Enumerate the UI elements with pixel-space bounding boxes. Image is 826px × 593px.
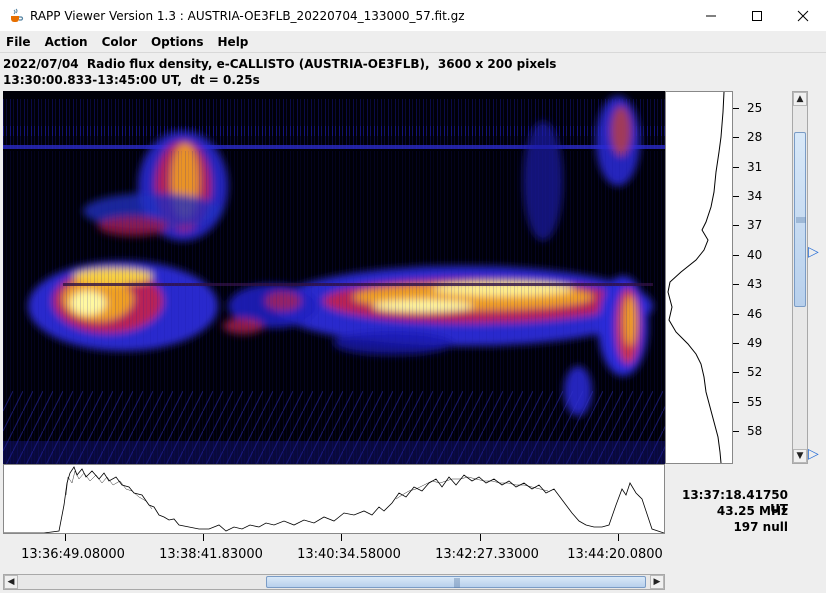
freq-tick-52: 52 <box>747 365 763 379</box>
range-pointer-lower[interactable]: ▷ <box>808 446 822 462</box>
menu-help[interactable]: Help <box>211 35 256 49</box>
scroll-right-button[interactable]: ▶ <box>650 575 664 589</box>
light-curve <box>3 464 665 534</box>
freq-tick-28: 28 <box>747 130 763 144</box>
range-pointer-upper[interactable]: ▷ <box>808 244 822 260</box>
freq-tick-25: 25 <box>747 101 763 115</box>
java-cup-icon <box>11 8 24 22</box>
frequency-axis: 25 28 31 34 37 40 43 46 49 52 55 58 <box>733 91 791 464</box>
freq-tick-55: 55 <box>747 395 763 409</box>
menu-options[interactable]: Options <box>144 35 211 49</box>
grip-icon <box>796 217 806 223</box>
arrow-left-icon: ◀ <box>7 577 15 587</box>
info-line-2: 13:30:00.833-13:45:00 UT, dt = 0.25s <box>3 73 260 87</box>
pointer-right-icon: ▷ <box>808 244 819 260</box>
arrow-right-icon: ▶ <box>653 577 661 587</box>
pointer-right-icon: ▷ <box>808 446 819 462</box>
freq-tick-58: 58 <box>747 424 763 438</box>
menu-color[interactable]: Color <box>95 35 144 49</box>
freq-tick-34: 34 <box>747 189 763 203</box>
close-icon <box>797 10 809 21</box>
horizontal-scroll-thumb[interactable] <box>266 576 646 588</box>
scroll-down-button[interactable]: ▼ <box>793 449 807 463</box>
arrow-up-icon: ▲ <box>796 94 804 104</box>
vertical-scroll-thumb[interactable] <box>794 132 806 307</box>
menu-file[interactable]: File <box>0 35 38 49</box>
scroll-up-button[interactable]: ▲ <box>793 92 807 106</box>
freq-tick-46: 46 <box>747 307 763 321</box>
grip-icon <box>454 578 460 588</box>
info-line-1: 2022/07/04 Radio flux density, e-CALLIST… <box>3 57 557 71</box>
minimize-icon <box>706 15 716 16</box>
maximize-icon <box>752 10 762 21</box>
time-tick-5: 13:44:20.0800 <box>567 547 663 562</box>
menu-bar: File Action Color Options Help <box>0 31 826 53</box>
scroll-left-button[interactable]: ◀ <box>4 575 18 589</box>
vertical-scrollbar[interactable]: ▲ ▼ <box>792 91 808 464</box>
maximize-button[interactable] <box>734 0 780 31</box>
freq-tick-43: 43 <box>747 277 763 291</box>
minimize-button[interactable] <box>688 0 734 31</box>
readout-value: 197 null <box>733 520 788 534</box>
menu-action[interactable]: Action <box>38 35 95 49</box>
time-tick-1: 13:36:49.08000 <box>21 547 125 562</box>
freq-tick-49: 49 <box>747 336 763 350</box>
window-title: RAPP Viewer Version 1.3 : AUSTRIA-OE3FLB… <box>30 8 465 23</box>
time-axis: 13:36:49.08000 13:38:41.83000 13:40:34.5… <box>3 534 665 570</box>
time-tick-2: 13:38:41.83000 <box>159 547 263 562</box>
freq-tick-37: 37 <box>747 218 763 232</box>
time-tick-3: 13:40:34.58000 <box>297 547 401 562</box>
title-bar: RAPP Viewer Version 1.3 : AUSTRIA-OE3FLB… <box>0 0 826 31</box>
light-curve-plot <box>4 466 664 533</box>
spectrogram[interactable] <box>3 91 665 464</box>
freq-tick-31: 31 <box>747 160 763 174</box>
horizontal-scrollbar[interactable]: ◀ ▶ <box>3 574 665 590</box>
close-button[interactable] <box>780 0 826 31</box>
spectrogram-image <box>3 91 665 464</box>
frequency-profile <box>665 91 733 464</box>
readout-frequency: 43.25 MHz <box>716 504 788 518</box>
freq-tick-40: 40 <box>747 248 763 262</box>
frequency-profile-curve <box>667 91 725 464</box>
time-tick-4: 13:42:27.33000 <box>435 547 539 562</box>
arrow-down-icon: ▼ <box>796 451 804 461</box>
